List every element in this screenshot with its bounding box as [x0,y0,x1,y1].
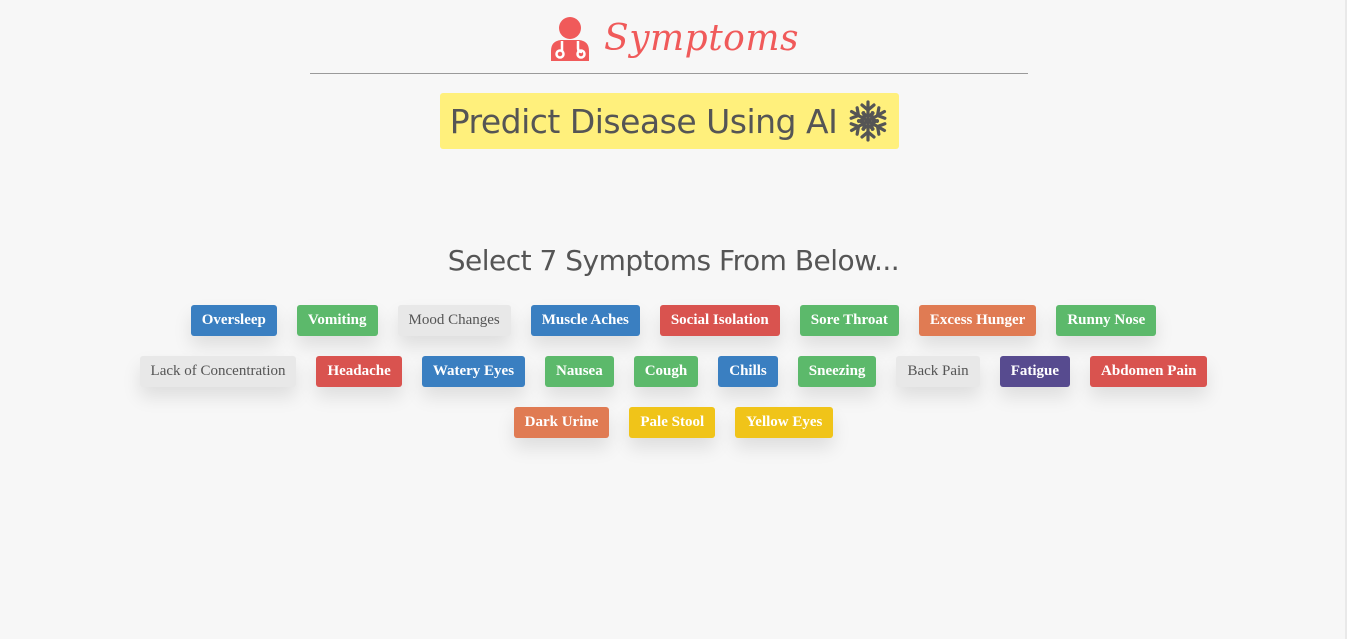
symptom-row: Lack of Concentration Headache Watery Eyes… [0,356,1347,387]
symptom-chip-sore-throat[interactable]: Sore Throat [799,305,899,336]
symptom-chip-oversleep[interactable]: Oversleep [190,305,277,336]
snowflake-icon [847,100,890,142]
symptom-chip-dark-urine[interactable]: Dark Urine [513,407,610,438]
header: Symptoms [0,10,1347,68]
symptom-chip-abdomen-pain[interactable]: Abdomen Pain [1090,356,1208,387]
symptom-chip-mood-changes[interactable]: Mood Changes [397,305,511,336]
instruction-text: Select 7 Symptoms From Below... [447,244,900,277]
header-divider [310,73,1028,74]
symptom-chip-watery-eyes[interactable]: Watery Eyes [421,356,526,387]
symptom-chip-headache[interactable]: Headache [316,356,402,387]
logo[interactable]: Symptoms [548,15,799,63]
symptom-chip-sneezing[interactable]: Sneezing [797,356,877,387]
symptom-chip-vomiting[interactable]: Vomiting [296,305,378,336]
symptom-chip-social-isolation[interactable]: Social Isolation [659,305,780,336]
symptom-chip-back-pain[interactable]: Back Pain [896,356,980,387]
symptom-chip-pale-stool[interactable]: Pale Stool [629,407,716,438]
doctor-icon [551,17,590,61]
banner: Predict Disease Using AI [440,93,899,149]
symptom-chip-nausea[interactable]: Nausea [545,356,614,387]
symptom-row: Oversleep Vomiting Mood Changes Muscle Ache… [0,305,1347,336]
symptom-chip-chills[interactable]: Chills [718,356,778,387]
symptom-chip-cough[interactable]: Cough [633,356,699,387]
symptom-list: Oversleep Vomiting Mood Changes Muscle Ache… [0,305,1347,458]
banner-title: Predict Disease Using AI [449,101,838,141]
symptom-chip-excess-hunger[interactable]: Excess Hunger [918,305,1037,336]
symptom-chip-fatigue[interactable]: Fatigue [999,356,1071,387]
symptom-row: Dark Urine Pale Stool Yellow Eyes [0,407,1347,438]
logo-text: Symptoms [604,18,799,59]
symptom-chip-runny-nose[interactable]: Runny Nose [1056,305,1157,336]
symptom-chip-yellow-eyes[interactable]: Yellow Eyes [735,407,834,438]
symptom-chip-lack-of-concentration[interactable]: Lack of Concentration [139,356,297,387]
symptom-chip-muscle-aches[interactable]: Muscle Aches [530,305,640,336]
